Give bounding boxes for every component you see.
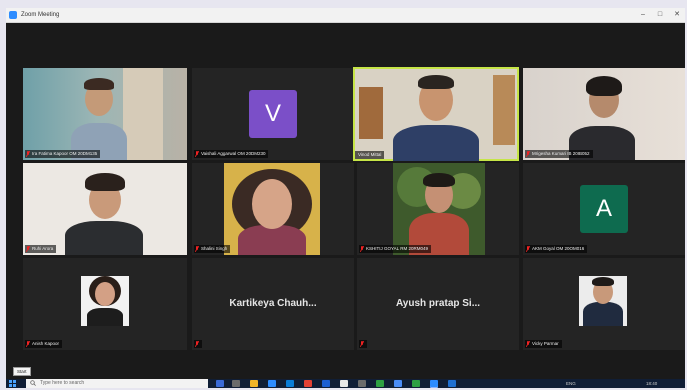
gallery-view: Ira Fatima Kapoor OM 20DM135 V Vaishali … — [6, 23, 685, 379]
muted-mic-icon — [360, 341, 364, 347]
participant-tile[interactable]: Ruhi Arora — [23, 163, 187, 255]
participant-avatar: V — [249, 90, 297, 138]
participant-tile[interactable]: Anish Kapoor — [23, 258, 187, 350]
zoom-taskbar-icon[interactable] — [430, 380, 438, 387]
participant-photo-person — [87, 308, 123, 326]
participant-name-label: KSHITIJ GOYAL RM 20RM049 — [359, 245, 432, 253]
participant-display-name: Kartikeya Chauh... — [229, 298, 317, 309]
taskbar-app-icon[interactable] — [340, 380, 348, 387]
taskbar-app-icon[interactable] — [376, 380, 384, 387]
participant-name-label: Shalini Singh — [194, 245, 231, 253]
bookshelf — [359, 87, 383, 139]
windows-start-icon[interactable] — [9, 380, 16, 387]
participant-photo-person — [583, 302, 623, 326]
active-speaker-tile[interactable]: Vinod Mittal — [353, 67, 519, 161]
participant-name: Anish Kapoor — [32, 341, 60, 346]
participant-name: Vinod Mittal — [358, 152, 382, 157]
participant-tile[interactable]: Ayush pratap Si... — [357, 258, 519, 350]
participant-hair — [418, 75, 454, 89]
taskbar-app-icon[interactable] — [232, 380, 240, 387]
taskbar-app-icon[interactable] — [394, 380, 402, 387]
muted-mic-icon — [26, 246, 30, 252]
participant-name: Vaishali Aggarwal OM 20DM230 — [201, 151, 266, 156]
participant-tile[interactable]: Ira Fatima Kapoor OM 20DM135 — [23, 68, 187, 160]
muted-mic-icon — [195, 246, 199, 252]
system-clock[interactable]: 18:40 — [646, 380, 657, 387]
participant-tile[interactable]: Kartikeya Chauh... — [192, 258, 354, 350]
start-tooltip: Start — [13, 367, 31, 376]
participant-name-label: Vinod Mittal — [355, 151, 385, 159]
muted-mic-icon — [195, 341, 199, 347]
participant-name: Vicky Parmar — [532, 341, 559, 346]
curtain — [123, 68, 163, 160]
participant-tile[interactable]: Mrigesha Kumari IB 20IB052 — [523, 68, 685, 160]
participant-hair — [85, 173, 125, 191]
participant-name-label: Anish Kapoor — [25, 340, 63, 348]
taskbar-app-icon[interactable] — [358, 380, 366, 387]
participant-name: Shalini Singh — [201, 246, 228, 251]
muted-mic-icon — [195, 151, 199, 157]
participant-face — [252, 179, 292, 229]
participant-tile[interactable]: Vicky Parmar — [523, 258, 685, 350]
participant-name-label: Vaishali Aggarwal OM 20DM230 — [194, 150, 269, 158]
taskbar-app-icon[interactable] — [412, 380, 420, 387]
participant-name: Mrigesha Kumari IB 20IB052 — [532, 151, 590, 156]
close-button[interactable]: ✕ — [670, 9, 684, 21]
participant-name-label: Ruhi Arora — [25, 245, 57, 253]
muted-mic-icon — [526, 151, 530, 157]
taskbar-app-icon[interactable] — [322, 380, 330, 387]
taskbar-app-icon[interactable] — [448, 380, 456, 387]
participant-video-person — [238, 225, 306, 255]
participant-hair — [84, 78, 114, 90]
participant-hair — [586, 76, 622, 96]
task-view-icon[interactable] — [216, 380, 224, 387]
participant-video-person — [65, 221, 143, 255]
participant-hair — [423, 173, 455, 187]
maximize-button[interactable]: □ — [653, 9, 667, 21]
window-titlebar: Zoom Meeting – □ ✕ — [6, 8, 685, 23]
participant-name-label: Vicky Parmar — [525, 340, 562, 348]
participant-name: Ira Fatima Kapoor OM 20DM135 — [32, 151, 98, 156]
door — [493, 75, 515, 145]
system-tray-language[interactable]: ENG — [566, 380, 576, 387]
taskbar-app-icon[interactable] — [304, 380, 312, 387]
participant-video-person — [393, 125, 479, 161]
participant-name-label: AKM Goyal OM 20OM016 — [525, 245, 588, 253]
participant-hair — [592, 277, 614, 286]
taskbar-app-icon[interactable] — [286, 380, 294, 387]
participant-tile[interactable]: KSHITIJ GOYAL RM 20RM049 — [357, 163, 519, 255]
participant-face — [95, 282, 115, 306]
search-icon — [30, 380, 36, 386]
participant-tile[interactable]: V Vaishali Aggarwal OM 20DM230 — [192, 68, 354, 160]
participant-name: AKM Goyal OM 20OM016 — [532, 246, 585, 251]
window-title: Zoom Meeting — [21, 12, 60, 18]
participant-avatar: A — [580, 185, 628, 233]
muted-mic-icon — [526, 341, 530, 347]
windows-taskbar: Type here to search ENG 18:40 — [6, 379, 685, 388]
desktop-screen: Zoom Meeting – □ ✕ Ira Fatima Kapoor OM … — [6, 8, 685, 388]
participant-name-label: Ira Fatima Kapoor OM 20DM135 — [25, 150, 101, 158]
zoom-app-icon — [9, 11, 17, 19]
participant-tile[interactable]: A AKM Goyal OM 20OM016 — [523, 163, 685, 255]
participant-name-label — [359, 340, 367, 348]
muted-mic-icon — [526, 246, 530, 252]
edge-browser-icon[interactable] — [268, 380, 276, 387]
participant-name-label: Mrigesha Kumari IB 20IB052 — [525, 150, 593, 158]
participant-display-name: Ayush pratap Si... — [395, 298, 481, 309]
taskbar-search-box[interactable]: Type here to search — [26, 379, 208, 388]
minimize-button[interactable]: – — [636, 9, 650, 21]
muted-mic-icon — [360, 246, 364, 252]
participant-tile[interactable]: Shalini Singh — [192, 163, 354, 255]
muted-mic-icon — [26, 341, 30, 347]
search-placeholder: Type here to search — [40, 380, 85, 386]
muted-mic-icon — [26, 151, 30, 157]
participant-name: KSHITIJ GOYAL RM 20RM049 — [366, 246, 429, 251]
participant-name-label — [194, 340, 202, 348]
file-explorer-icon[interactable] — [250, 380, 258, 387]
participant-name: Ruhi Arora — [32, 246, 54, 251]
